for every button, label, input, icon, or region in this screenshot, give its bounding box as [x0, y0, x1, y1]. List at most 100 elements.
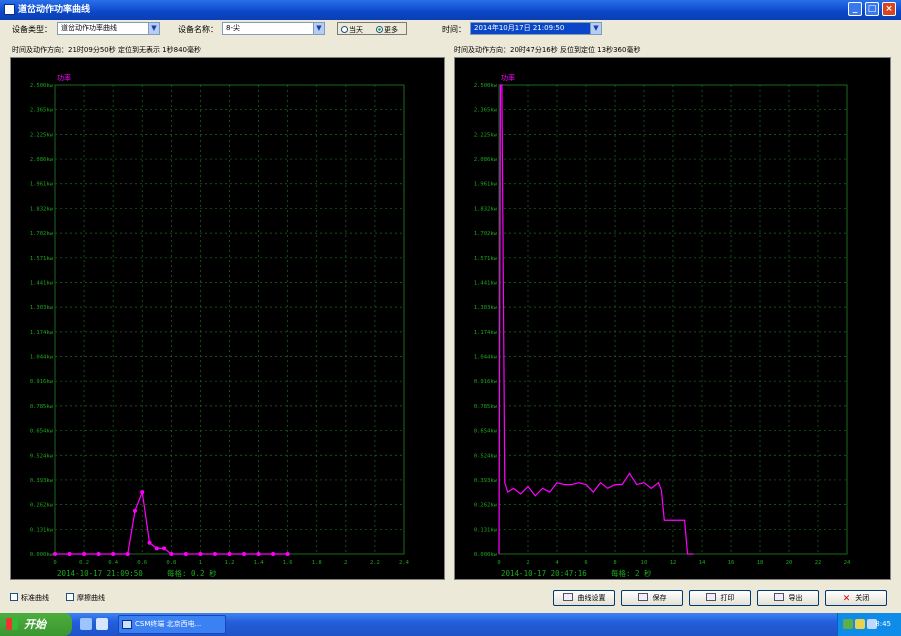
y-tick-label: 1.044kw — [474, 355, 498, 361]
x-tick-label: 14 — [699, 560, 706, 566]
pencil-icon — [562, 593, 573, 601]
y-tick-label: 1.961kw — [30, 182, 54, 188]
x-tick-label: 6 — [584, 560, 587, 566]
x-tick-label: 18 — [757, 560, 764, 566]
x-tick-label: 16 — [728, 560, 735, 566]
data-point — [140, 490, 145, 495]
y-tick-label: 2.086kw — [30, 157, 54, 163]
x-tick-label: 2 — [344, 560, 347, 566]
export-button[interactable]: 导出 — [757, 590, 819, 606]
y-tick-label: 2.086kw — [474, 157, 498, 163]
data-point — [256, 552, 261, 556]
app-icon — [4, 4, 15, 15]
x-tick-label: 0 — [53, 560, 56, 566]
minimize-button[interactable]: _ — [848, 2, 862, 16]
y-tick-label: 1.441kw — [30, 280, 54, 286]
footer-time: 2014-10-17 21:09:50 — [57, 569, 143, 578]
right-curve-info: 时间及动作方向：20时47分16秒 反位到定位 13秒360毫秒 — [454, 46, 641, 54]
standard-curve-checkbox[interactable]: 标准曲线 — [10, 593, 49, 603]
y-tick-label: 0.393kw — [30, 478, 54, 484]
desktop-icon[interactable] — [96, 618, 108, 630]
save-icon — [637, 593, 648, 601]
x-tick-label: 1 — [199, 560, 202, 566]
bottom-bar: 标准曲线 摩擦曲线 曲线设置 保存 打印 导出 ✕ 关闭 — [0, 585, 901, 611]
y-tick-label: 0.916kw — [474, 379, 498, 385]
data-point — [53, 552, 57, 556]
y-tick-label: 1.832kw — [30, 206, 54, 212]
x-tick-label: 2 — [526, 560, 529, 566]
y-tick-label: 0.000kw — [474, 552, 498, 558]
close-button[interactable]: ✕ 关闭 — [825, 590, 887, 606]
y-tick-label: 0.524kw — [30, 453, 54, 459]
x-tick-label: 1.6 — [283, 560, 293, 566]
toolbar: 设备类型： 道岔动作功率曲线 ▼ 设备名称： 8-尖 ▼ 当天 更多 时间： 2… — [0, 20, 901, 40]
print-button[interactable]: 打印 — [689, 590, 751, 606]
y-tick-label: 1.961kw — [474, 182, 498, 188]
taskbar-item-csm[interactable]: CSM终端 北京西电... — [118, 615, 226, 634]
chevron-down-icon[interactable]: ▼ — [590, 23, 601, 34]
curve-settings-button[interactable]: 曲线设置 — [553, 590, 615, 606]
time-value: 2014年10月17日 21:09:50 — [474, 24, 565, 32]
x-tick-label: 1.2 — [225, 560, 235, 566]
time-select[interactable]: 2014年10月17日 21:09:50 ▼ — [470, 22, 602, 35]
data-point — [242, 552, 247, 556]
network-icon[interactable] — [843, 619, 853, 629]
y-tick-label: 2.365kw — [474, 108, 498, 114]
left-power-chart: 2.500kw 2.365kw 2.225kw 2.086kw 1.961kw 1.832… — [10, 57, 445, 580]
y-tick-label: 1.571kw — [474, 256, 498, 262]
window-close-button[interactable]: × — [882, 2, 896, 16]
device-name-select[interactable]: 8-尖 ▼ — [222, 22, 325, 35]
save-label: 保存 — [652, 594, 667, 602]
x-tick-label: 0.8 — [166, 560, 176, 566]
left-curve-info: 时间及动作方向：21时09分50秒 定位到无表示 1秒840毫秒 — [12, 46, 201, 54]
volume-icon[interactable] — [855, 619, 865, 629]
window-icon — [122, 620, 132, 629]
y-tick-label: 2.225kw — [474, 132, 498, 138]
y-axis-label: 功率 — [57, 73, 71, 82]
y-tick-label: 0.654kw — [30, 429, 54, 435]
y-tick-label: 0.131kw — [30, 527, 54, 533]
x-tick-label: 1.4 — [254, 560, 265, 566]
y-tick-label: 1.174kw — [30, 330, 54, 336]
y-tick-label: 0.916kw — [30, 379, 54, 385]
printer-icon — [705, 593, 716, 601]
y-tick-label: 0.785kw — [474, 404, 498, 410]
friction-curve-checkbox[interactable]: 摩擦曲线 — [66, 593, 105, 603]
y-tick-label: 0.524kw — [474, 453, 498, 459]
chevron-down-icon[interactable]: ▼ — [313, 23, 324, 34]
data-point — [96, 552, 101, 556]
data-point — [162, 546, 167, 551]
radio-more[interactable]: 更多 — [376, 25, 398, 35]
save-button[interactable]: 保存 — [621, 590, 683, 606]
title-bar[interactable]: 道岔动作功率曲线 _ □ × — [0, 0, 901, 20]
taskbar-item-label: CSM终端 北京西电... — [135, 620, 202, 628]
maximize-button[interactable]: □ — [865, 2, 879, 16]
right-power-chart: 2.500kw 2.365kw 2.225kw 2.086kw 1.961kw 1.832… — [454, 57, 891, 580]
ie-icon[interactable] — [80, 618, 92, 630]
y-tick-label: 1.174kw — [474, 330, 498, 336]
chevron-down-icon[interactable]: ▼ — [148, 23, 159, 34]
friction-curve-label: 摩擦曲线 — [77, 594, 105, 602]
data-point — [125, 552, 130, 556]
taskbar: 开始 CSM终端 北京西电... 8:45 — [0, 613, 901, 636]
data-point — [82, 552, 87, 556]
device-type-select[interactable]: 道岔动作功率曲线 ▼ — [57, 22, 160, 35]
y-tick-label: 0.262kw — [474, 503, 498, 509]
y-tick-label: 0.000kw — [30, 552, 54, 558]
x-tick-label: 4 — [555, 560, 559, 566]
y-tick-label: 0.654kw — [474, 429, 498, 435]
data-point — [183, 552, 188, 556]
left-chart-svg: 2.500kw 2.365kw 2.225kw 2.086kw 1.961kw 1.832… — [30, 73, 410, 578]
x-tick-label: 12 — [670, 560, 677, 566]
start-button[interactable]: 开始 — [0, 613, 72, 636]
radio-today[interactable]: 当天 — [341, 25, 363, 35]
footer-scale: 每格: 2 秒 — [611, 568, 652, 578]
data-point — [212, 552, 217, 556]
y-tick-label: 1.441kw — [474, 280, 498, 286]
radio-button-icon — [341, 26, 348, 33]
data-point — [67, 552, 72, 556]
close-label: 关闭 — [855, 594, 870, 602]
y-tick-label: 2.500kw — [30, 83, 54, 89]
radio-more-label: 更多 — [384, 26, 398, 34]
data-point — [285, 552, 290, 556]
